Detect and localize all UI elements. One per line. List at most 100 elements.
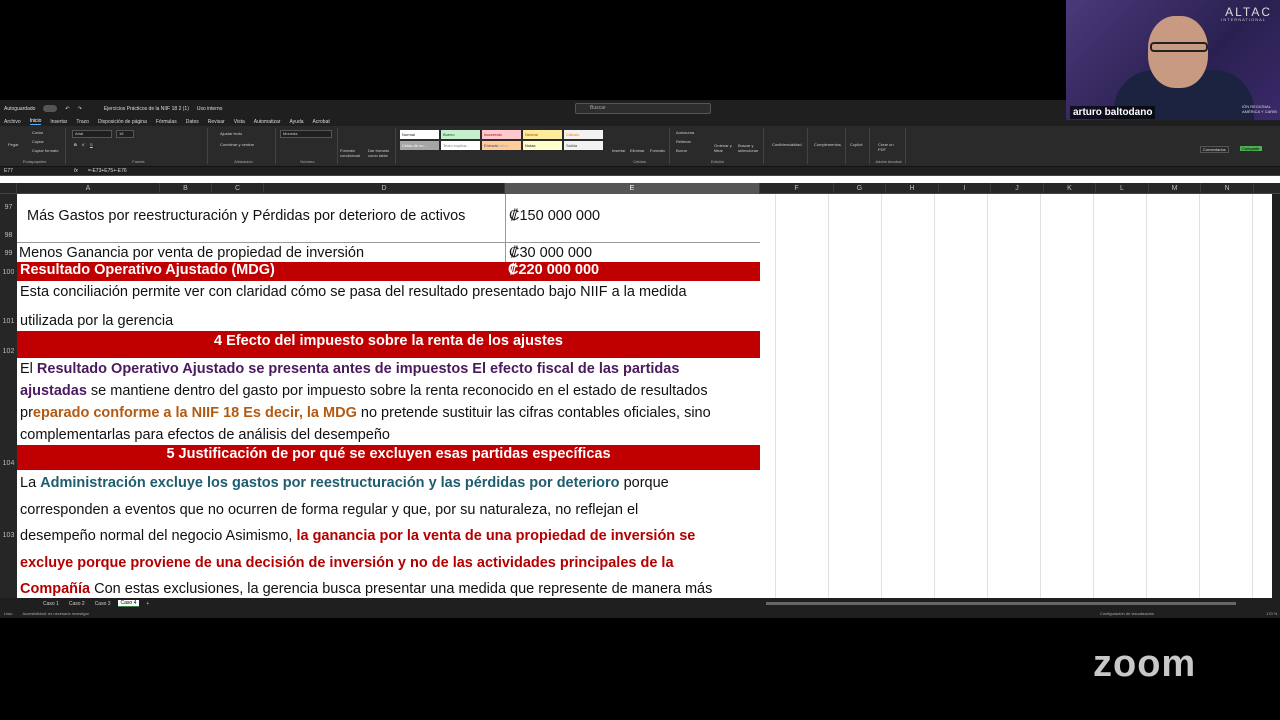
- menu-formulas[interactable]: Fórmulas: [156, 119, 177, 125]
- cell-r101-line2[interactable]: utilizada por la gerencia: [20, 310, 755, 332]
- style-neutral[interactable]: Neutral: [523, 130, 562, 139]
- merge-center-button[interactable]: Combinar y centrar: [220, 142, 254, 147]
- clear-button[interactable]: Borrar: [676, 148, 687, 153]
- sheet-tab-caso2[interactable]: Caso 2: [66, 601, 88, 607]
- format-cells-button[interactable]: Formato: [650, 148, 665, 153]
- row-header-97[interactable]: 97: [0, 204, 17, 211]
- section-5-heading[interactable]: 5 Justificación de por qué se excluyen e…: [17, 445, 760, 470]
- menu-inicio[interactable]: Inicio: [29, 118, 42, 125]
- bold-button[interactable]: B: [74, 142, 77, 147]
- redo-icon[interactable]: ↷: [78, 106, 82, 112]
- cell-r103-paragraph[interactable]: El Resultado Operativo Ajustado se prese…: [20, 358, 755, 446]
- menu-vista[interactable]: Vista: [234, 119, 245, 125]
- format-painter-button[interactable]: Copiar formato: [32, 148, 58, 153]
- col-header-e[interactable]: E: [505, 183, 760, 194]
- col-header-m[interactable]: M: [1149, 183, 1201, 194]
- sheet-tab-caso3[interactable]: Caso 3: [92, 601, 114, 607]
- menu-insertar[interactable]: Insertar: [50, 119, 67, 125]
- menu-ayuda[interactable]: Ayuda: [289, 119, 303, 125]
- sort-filter-button[interactable]: Ordenar y filtrar: [714, 143, 736, 153]
- section-4-heading[interactable]: 4 Efecto del impuesto sobre la renta de …: [17, 331, 760, 358]
- fill-button[interactable]: Rellenar: [676, 139, 691, 144]
- row-header-101[interactable]: 101: [0, 318, 17, 325]
- col-header-a[interactable]: A: [17, 183, 160, 194]
- zoom-level[interactable]: 170 %: [1266, 611, 1277, 616]
- sheet-tab-caso4[interactable]: Caso 4: [117, 600, 140, 607]
- col-header-f[interactable]: F: [760, 183, 834, 194]
- number-format-select[interactable]: Moneda: [280, 130, 332, 138]
- name-box[interactable]: E77: [4, 168, 64, 174]
- accessibility-status[interactable]: Accesibilidad: es necesario investigar: [22, 611, 88, 616]
- menu-revisar[interactable]: Revisar: [208, 119, 225, 125]
- cell-r99-value[interactable]: ₡30 000 000: [509, 242, 749, 264]
- italic-button[interactable]: K: [82, 142, 85, 147]
- menu-datos[interactable]: Datos: [186, 119, 199, 125]
- adjusted-result-row[interactable]: Resultado Operativo Ajustado (MDG) ₡220 …: [17, 262, 760, 281]
- sheet-grid[interactable]: Más Gastos por reestructuración y Pérdid…: [17, 194, 1273, 598]
- row-header-104[interactable]: 104: [0, 460, 17, 467]
- style-calculo[interactable]: Cálculo: [564, 130, 603, 139]
- sheet-tab-caso1[interactable]: Caso 1: [40, 601, 62, 607]
- cut-button[interactable]: Cortar: [32, 130, 43, 135]
- col-header-j[interactable]: J: [991, 183, 1044, 194]
- menu-automatizar[interactable]: Automatizar: [254, 119, 281, 125]
- col-header-n[interactable]: N: [1201, 183, 1254, 194]
- comments-button[interactable]: Comentarios: [1200, 146, 1229, 153]
- confidentiality-button[interactable]: Confidencialidad: [772, 142, 802, 147]
- col-header-d[interactable]: D: [264, 183, 505, 194]
- table-format-button[interactable]: Dar formato como tabla: [368, 148, 396, 158]
- style-incorrecto[interactable]: Incorrecto: [482, 130, 521, 139]
- wrap-text-button[interactable]: Ajustar texto: [220, 131, 242, 136]
- cell-r105-paragraph[interactable]: La Administración excluye los gastos por…: [20, 470, 755, 603]
- undo-icon[interactable]: ↶: [65, 106, 69, 112]
- cell-r99-label[interactable]: Menos Ganancia por venta de propiedad de…: [19, 242, 499, 264]
- insert-cells-button[interactable]: Insertar: [612, 148, 626, 153]
- col-header-c[interactable]: C: [212, 183, 264, 194]
- autosave-toggle[interactable]: [43, 105, 58, 112]
- delete-cells-button[interactable]: Eliminar: [630, 148, 644, 153]
- row-header-103[interactable]: 103: [0, 532, 17, 539]
- share-button[interactable]: Compartir: [1240, 146, 1262, 151]
- font-size-select[interactable]: 18: [116, 130, 134, 138]
- col-header-k[interactable]: K: [1044, 183, 1096, 194]
- create-pdf-button[interactable]: Crear un PDF: [878, 142, 898, 152]
- font-name-select[interactable]: Arial: [72, 130, 112, 138]
- cell-r97-value[interactable]: ₡150 000 000: [509, 205, 749, 227]
- fx-icon[interactable]: fx: [74, 168, 78, 174]
- col-header-i[interactable]: I: [939, 183, 991, 194]
- row-header-98[interactable]: 98: [0, 232, 17, 239]
- menu-disposicion[interactable]: Disposición de página: [98, 119, 147, 125]
- conditional-format-button[interactable]: Formato condicional: [340, 148, 366, 158]
- search-input[interactable]: Buscar: [575, 103, 711, 114]
- style-normal[interactable]: Normal: [400, 130, 439, 139]
- copilot-button[interactable]: Copilot: [850, 142, 862, 147]
- find-select-button[interactable]: Buscar y seleccionar: [738, 143, 764, 153]
- autosum-button[interactable]: Autosuma: [676, 130, 694, 135]
- col-header-b[interactable]: B: [160, 183, 212, 194]
- row-header-99[interactable]: 99: [0, 250, 17, 257]
- formula-input[interactable]: =-E73+E75+-E76: [88, 168, 127, 174]
- select-all-corner[interactable]: [0, 183, 17, 194]
- menu-acrobat[interactable]: Acrobat: [313, 119, 330, 125]
- style-bueno[interactable]: Bueno: [441, 130, 480, 139]
- cell-r97-label[interactable]: Más Gastos por reestructuración y Pérdid…: [27, 205, 507, 227]
- underline-button[interactable]: S: [90, 142, 93, 147]
- addins-button[interactable]: Complementos: [814, 142, 841, 147]
- col-header-h[interactable]: H: [886, 183, 939, 194]
- col-header-g[interactable]: G: [834, 183, 886, 194]
- horizontal-scrollbar[interactable]: [766, 602, 1237, 605]
- number-label: Número: [300, 159, 315, 164]
- copy-button[interactable]: Copiar: [32, 139, 44, 144]
- cell-r101-line1[interactable]: Esta conciliación permite ver con clarid…: [20, 281, 755, 303]
- vertical-scrollbar[interactable]: [1272, 194, 1280, 598]
- row-header-102[interactable]: 102: [0, 348, 17, 355]
- paste-button[interactable]: Pegar: [8, 142, 19, 147]
- display-settings[interactable]: Configuración de visualización: [1100, 611, 1154, 616]
- menu-archivo[interactable]: Archivo: [4, 119, 21, 125]
- col-header-l[interactable]: L: [1096, 183, 1149, 194]
- participant-video[interactable]: ALTAC INTERNATIONAL IÓN REGIONAL AMÉRICA…: [1066, 0, 1280, 120]
- row-header-100[interactable]: 100: [0, 269, 17, 276]
- menu-trazo[interactable]: Trazo: [76, 119, 89, 125]
- sensitivity-label[interactable]: Uso interno: [197, 106, 223, 112]
- add-sheet-button[interactable]: +: [143, 601, 152, 607]
